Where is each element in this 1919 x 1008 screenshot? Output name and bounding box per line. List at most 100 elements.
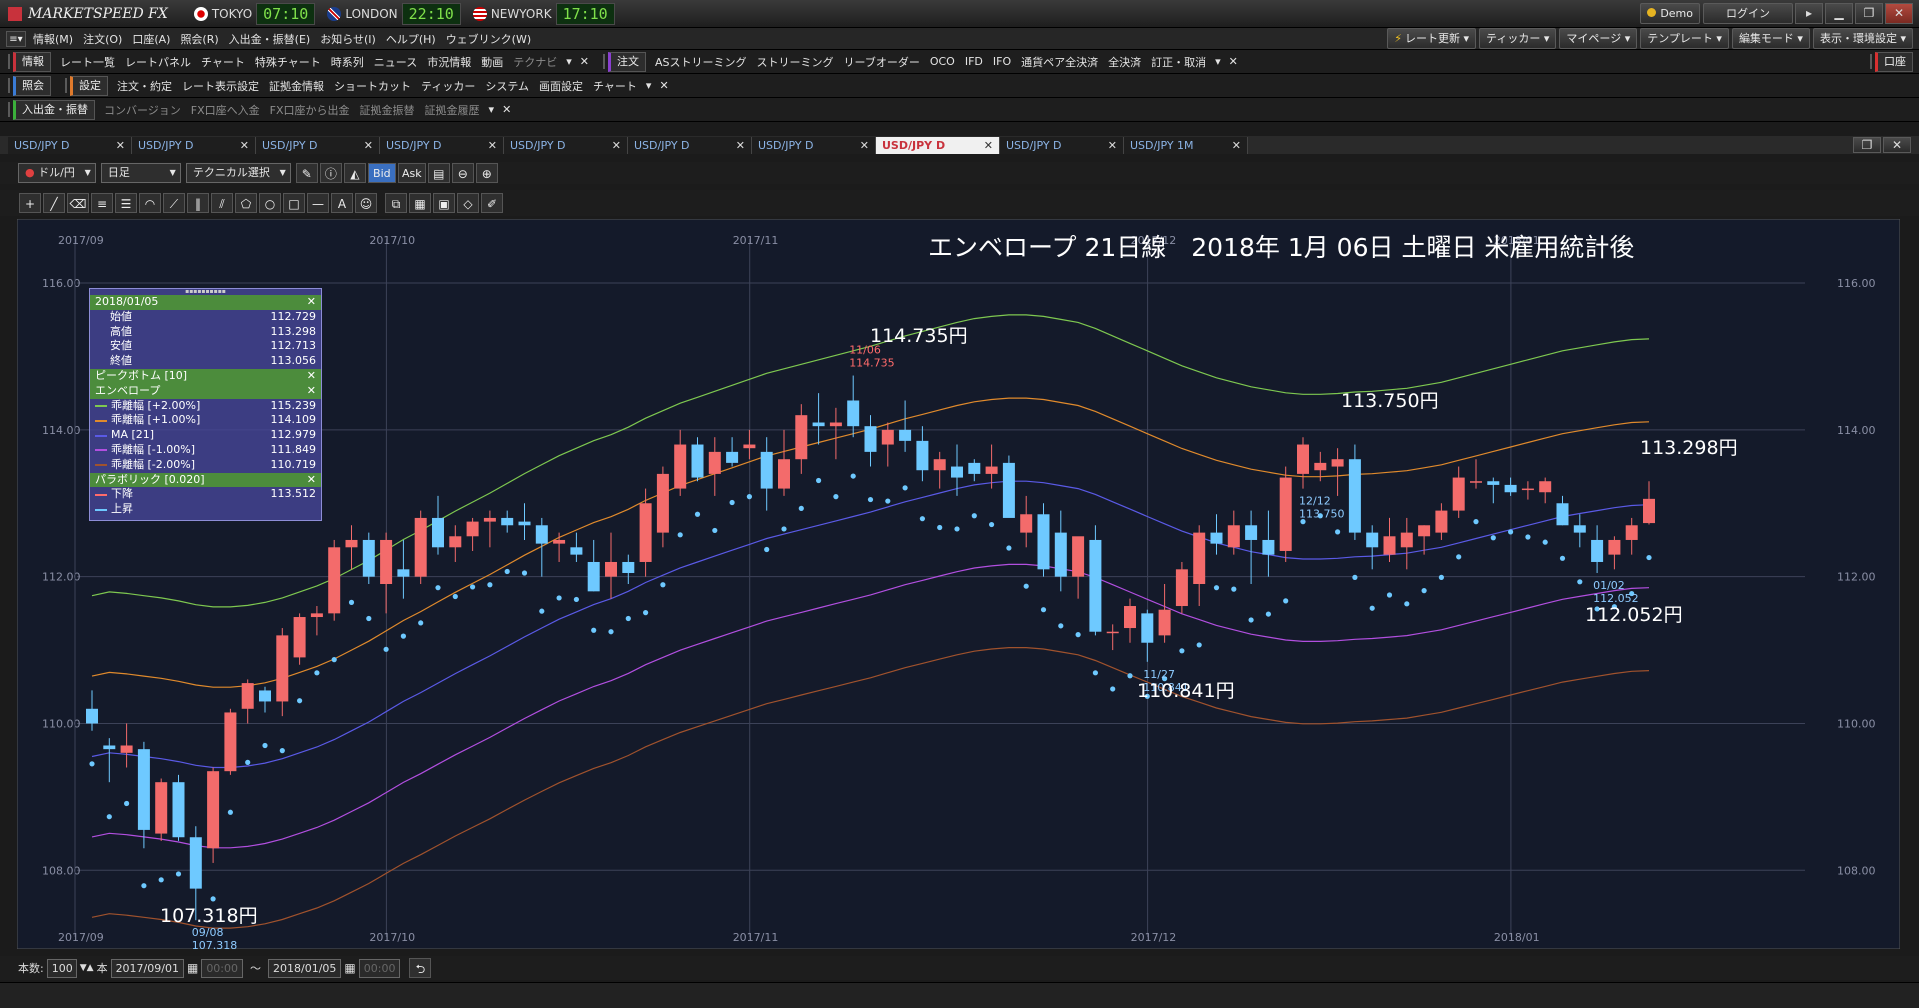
close-icon[interactable]: ✕ [307, 369, 316, 384]
tb-leave-order[interactable]: リーブオーダー [839, 54, 925, 70]
tb-news[interactable]: ニュース [369, 54, 422, 70]
tb-technavi[interactable]: テクナビ [508, 54, 562, 70]
template-button[interactable]: テンプレート ▾ [1640, 28, 1729, 49]
horizontal-lines-icon[interactable]: ≡ [91, 193, 113, 213]
crosshair-icon[interactable]: + [19, 193, 41, 213]
from-date-input[interactable]: 2017/09/01 [110, 958, 184, 978]
tb-as-streaming[interactable]: ASストリーミング [650, 54, 752, 70]
tb-system[interactable]: システム [480, 78, 534, 94]
chart-tab-active[interactable]: USD/JPY D ✕ [876, 136, 1000, 154]
layers-icon[interactable]: ▦ [409, 193, 431, 213]
area-chart-icon[interactable]: ◭ [343, 163, 366, 183]
tb-fx-withdraw[interactable]: FX口座から出金 [265, 102, 355, 118]
chart-tab[interactable]: USD/JPY D ✕ [256, 136, 380, 154]
close-icon[interactable]: ✕ [576, 55, 593, 68]
tb-streaming[interactable]: ストリーミング [752, 54, 839, 70]
section-order[interactable]: 注文 [607, 51, 646, 72]
close-icon[interactable]: ✕ [498, 103, 515, 116]
count-dropdown-icon[interactable]: ▼ [80, 963, 87, 973]
menu-deposit[interactable]: 入出金・振替(E) [224, 31, 316, 47]
display-settings-button[interactable]: 表示・環境設定 ▾ [1812, 28, 1913, 49]
tb-margin-history[interactable]: 証拠金履歴 [420, 102, 485, 118]
pentagon-icon[interactable]: ⬠ [235, 193, 257, 213]
text-icon[interactable]: A [331, 193, 353, 213]
refresh-icon[interactable]: ⮌ [409, 958, 432, 978]
tb-pair-settle-all[interactable]: 通貨ペア全決済 [1016, 54, 1103, 70]
chart-window-icon[interactable]: ▤ [427, 163, 450, 183]
circle-icon[interactable]: ○ [259, 193, 281, 213]
demo-button[interactable]: Demo [1640, 3, 1700, 24]
tb-oco[interactable]: OCO [925, 55, 960, 68]
chart-tab[interactable]: USD/JPY 1M ✕ [1124, 136, 1248, 154]
menu-info[interactable]: 情報(M) [28, 31, 78, 47]
zoom-in-icon[interactable]: ⊕ [475, 163, 498, 183]
tb-chart-settings[interactable]: チャート [588, 78, 642, 94]
count-up-icon[interactable]: ▲ [87, 963, 94, 973]
next-icon[interactable]: ▸ [1795, 3, 1823, 24]
dropdown-icon[interactable]: ▾ [562, 55, 576, 68]
ask-button[interactable]: Ask [397, 163, 426, 183]
section-deposit[interactable]: 入出金・振替 [13, 99, 95, 120]
tb-order-execution[interactable]: 注文・約定 [112, 78, 177, 94]
dropdown-icon[interactable]: ▾ [485, 103, 499, 116]
tb-ticker[interactable]: ティッカー [416, 78, 480, 94]
dropdown-icon[interactable]: ▾ [1211, 55, 1225, 68]
tb-ifd[interactable]: IFD [960, 55, 988, 68]
tb-shortcut[interactable]: ショートカット [329, 78, 416, 94]
menu-notice[interactable]: お知らせ(I) [315, 31, 381, 47]
tb-timeseries[interactable]: 時系列 [326, 54, 369, 70]
trendline-icon[interactable]: ╱ [43, 193, 65, 213]
technical-select[interactable]: テクニカル選択 [185, 163, 291, 183]
indicator-info-panel[interactable]: ▪▪▪▪▪▪▪▪▪▪ 2018/01/05 ✕ 始値 112.729 高値 113.2… [89, 288, 322, 521]
chart-tab[interactable]: USD/JPY D ✕ [1000, 136, 1124, 154]
tb-rate-panel[interactable]: レートパネル [120, 54, 196, 70]
tb-fx-deposit[interactable]: FX口座へ入金 [186, 102, 265, 118]
grip-handle[interactable] [602, 54, 605, 69]
zoom-out-icon[interactable]: ⊖ [451, 163, 474, 183]
tb-margin-info[interactable]: 証拠金情報 [264, 78, 329, 94]
delete-icon[interactable]: ▣ [433, 193, 455, 213]
to-date-input[interactable]: 2018/01/05 [268, 958, 342, 978]
edit-mode-button[interactable]: 編集モード ▾ [1731, 28, 1810, 49]
close-icon[interactable]: ✕ [307, 384, 316, 399]
bid-button[interactable]: Bid [367, 163, 396, 183]
login-button[interactable]: ログイン [1703, 3, 1793, 24]
tb-rate-list[interactable]: レート一覧 [55, 54, 120, 70]
pen-icon[interactable]: ✎ [295, 163, 318, 183]
menu-account[interactable]: 口座(A) [127, 31, 175, 47]
rate-update-button[interactable]: ⚡ レート更新 ▾ [1387, 28, 1477, 49]
menu-icon[interactable]: ≡▾ [6, 30, 26, 47]
tb-conversion[interactable]: コンバージョン [99, 102, 186, 118]
grip-handle[interactable] [65, 78, 67, 93]
tb-margin-transfer[interactable]: 証拠金振替 [355, 102, 420, 118]
close-icon[interactable]: ✕ [307, 295, 316, 310]
period-select[interactable]: 日足 [100, 163, 181, 183]
tb-correct-cancel[interactable]: 訂正・取消 [1146, 54, 1211, 70]
chart-tab[interactable]: USD/JPY D ✕ [8, 136, 132, 154]
section-account[interactable]: 口座 [1875, 51, 1913, 72]
tag-edit-icon[interactable]: ✐ [481, 193, 503, 213]
maximize-button[interactable]: ❐ [1855, 3, 1883, 24]
tb-special-chart[interactable]: 特殊チャート [250, 54, 326, 70]
ticker-button[interactable]: ティッカー ▾ [1479, 28, 1557, 49]
info-icon[interactable]: ⓘ [319, 163, 342, 183]
dropdown-icon[interactable]: ▾ [642, 79, 656, 92]
copy-icon[interactable]: ⧉ [385, 193, 407, 213]
grip-handle[interactable] [8, 54, 10, 69]
fan-lines-icon[interactable]: ⟋ [163, 193, 185, 213]
close-icon[interactable]: ✕ [1225, 55, 1242, 68]
tb-rate-display[interactable]: レート表示設定 [177, 78, 264, 94]
eraser-icon[interactable]: ⌫ [67, 193, 89, 213]
grip-handle[interactable] [8, 78, 10, 93]
hline-icon[interactable]: — [307, 193, 329, 213]
grip-handle[interactable] [1870, 54, 1872, 69]
section-info[interactable]: 情報 [13, 51, 51, 72]
menu-order[interactable]: 注文(O) [78, 31, 127, 47]
mypage-button[interactable]: マイページ ▾ [1559, 28, 1638, 49]
grip-handle[interactable] [8, 102, 10, 117]
fibonacci-icon[interactable]: ☰ [115, 193, 137, 213]
menu-inquiry[interactable]: 照会(R) [175, 31, 223, 47]
fib-fan-icon[interactable]: ◠ [139, 193, 161, 213]
stamp-icon[interactable]: ☺ [355, 193, 377, 213]
close-button[interactable]: ✕ [1885, 3, 1913, 24]
